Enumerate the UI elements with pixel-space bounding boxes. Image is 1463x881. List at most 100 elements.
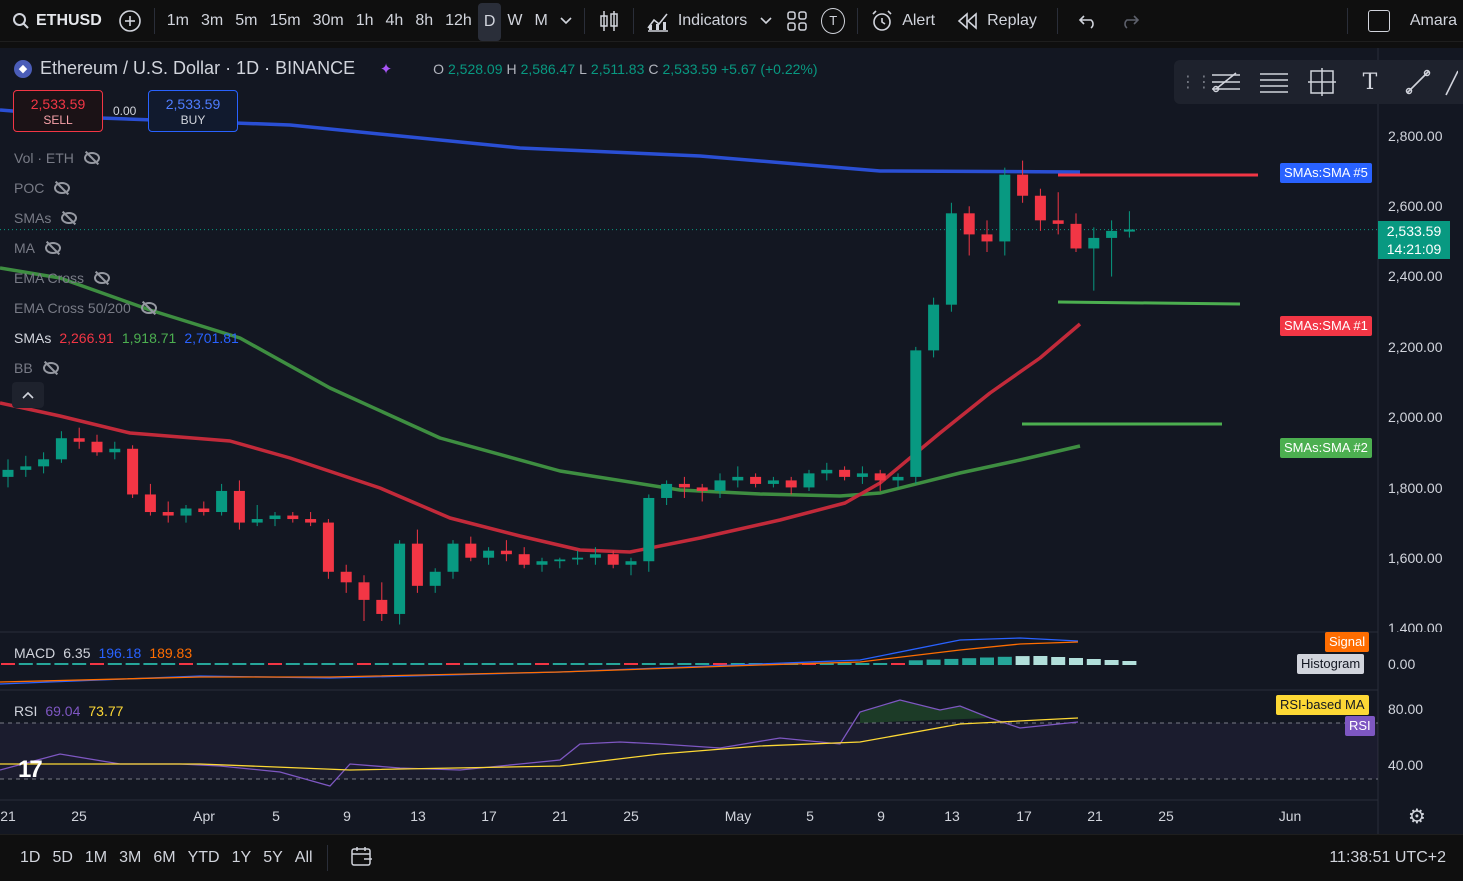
interval-M[interactable]: M	[529, 0, 554, 42]
time-tick: 13	[944, 808, 960, 824]
sell-button[interactable]: 2,533.59 SELL	[13, 90, 103, 132]
interval-30m[interactable]: 30m	[307, 0, 350, 42]
range-3m[interactable]: 3M	[113, 849, 147, 867]
range-ytd[interactable]: YTD	[182, 849, 226, 867]
indicator-row[interactable]: POC	[14, 173, 239, 203]
range-1m[interactable]: 1M	[79, 849, 113, 867]
data-source-icon[interactable]: ✦	[377, 60, 395, 78]
add-symbol-button[interactable]	[112, 0, 148, 42]
interval-12h[interactable]: 12h	[439, 0, 478, 42]
indicators-button[interactable]: Indicators	[640, 0, 753, 42]
layouts-button[interactable]	[779, 0, 815, 42]
interval-group: 1m 3m 5m 15m 30m 1h 4h 8h 12h D W M	[161, 0, 554, 42]
price-tick: 1,600.00	[1388, 550, 1443, 566]
candle-body	[358, 582, 370, 600]
redo-button[interactable]	[1112, 0, 1148, 42]
candle-body	[945, 213, 957, 305]
candle-body	[821, 469, 833, 474]
rsi-band	[0, 723, 1378, 779]
price-axis[interactable]: 2,800.00 2,600.00 2,400.00 2,200.00 2,00…	[1378, 48, 1463, 834]
interval-1h[interactable]: 1h	[350, 0, 380, 42]
range-1d[interactable]: 1D	[14, 849, 46, 867]
date-range-button[interactable]	[344, 845, 380, 872]
candle-body	[714, 480, 726, 491]
range-1y[interactable]: 1Y	[226, 849, 258, 867]
candle-body	[144, 494, 156, 513]
hidden-eye-icon[interactable]	[82, 151, 102, 165]
macd-histogram-bar	[357, 663, 371, 665]
high-value: 2,586.47	[520, 60, 576, 77]
candle-body	[287, 515, 299, 520]
candle-body	[1017, 174, 1029, 196]
rsi-ma-value: 73.77	[88, 703, 124, 719]
time-tick: 5	[806, 808, 814, 824]
indicator-row[interactable]: MA	[14, 233, 239, 263]
interval-15m[interactable]: 15m	[263, 0, 306, 42]
indicator-row[interactable]: SMAs	[14, 203, 239, 233]
sell-label: SELL	[43, 113, 73, 127]
symbol-search[interactable]: ETHUSD	[0, 0, 112, 42]
macd-histogram-tag: Histogram	[1297, 654, 1365, 674]
hidden-eye-icon[interactable]	[139, 301, 159, 315]
ethereum-icon: ◆	[14, 59, 32, 78]
hidden-eye-icon[interactable]	[92, 271, 112, 285]
range-6m[interactable]: 6M	[147, 849, 181, 867]
alert-button[interactable]: Alert	[864, 0, 941, 42]
indicator-row[interactable]: BB	[14, 353, 239, 383]
macd-histogram-bar	[641, 663, 656, 665]
time-tick: 9	[343, 808, 351, 824]
hidden-eye-icon[interactable]	[59, 211, 79, 225]
drag-handle-icon[interactable]: ⋮⋮	[1180, 72, 1212, 92]
macd-histogram-bar	[713, 663, 727, 665]
range-5y[interactable]: 5Y	[257, 849, 289, 867]
macd-histogram-bar	[72, 663, 87, 665]
hidden-eye-icon[interactable]	[43, 241, 63, 255]
candle-body	[376, 599, 388, 614]
interval-4h[interactable]: 4h	[380, 0, 410, 42]
interval-5m[interactable]: 5m	[229, 0, 263, 42]
templates-button[interactable]: T	[815, 0, 851, 42]
hidden-eye-icon[interactable]	[41, 361, 61, 375]
macd-signal-tag: Signal	[1325, 632, 1370, 652]
chart-type-button[interactable]	[591, 0, 627, 42]
hidden-eye-icon[interactable]	[52, 181, 72, 195]
candle-body	[910, 350, 922, 477]
chart-area[interactable]: ◆ Ethereum / U.S. Dollar · 1D · BINANCE …	[0, 48, 1463, 834]
interval-3m[interactable]: 3m	[195, 0, 229, 42]
indicator-row[interactable]: EMA Cross 50/200	[14, 293, 239, 323]
change-value: +5.67 (+0.22%)	[721, 60, 818, 77]
price-tick: 1,400.00	[1388, 620, 1443, 632]
macd-histogram-bar	[125, 663, 140, 665]
chevron-down-icon	[760, 16, 772, 24]
range-5d[interactable]: 5D	[46, 849, 78, 867]
indicator-row[interactable]: Vol · ETH	[14, 143, 239, 173]
interval-dropdown[interactable]	[554, 0, 578, 42]
buy-button[interactable]: 2,533.59 BUY	[148, 90, 238, 132]
indicators-dropdown[interactable]	[753, 0, 779, 42]
macd-histogram-bar	[374, 663, 389, 665]
smas-values-row[interactable]: SMAs 2,266.91 1,918.71 2,701.81	[14, 323, 239, 353]
utc-clock[interactable]: 11:38:51 UTC+2	[1329, 849, 1446, 867]
interval-1m[interactable]: 1m	[161, 0, 195, 42]
indicator-row[interactable]: EMA Cross	[14, 263, 239, 293]
macd-histogram-bar	[1069, 658, 1083, 665]
interval-8h[interactable]: 8h	[409, 0, 439, 42]
candle-body	[1034, 195, 1046, 221]
interval-D[interactable]: D	[477, 2, 502, 41]
replay-button[interactable]: Replay	[951, 0, 1043, 42]
macd-histogram-bar	[179, 663, 193, 665]
time-axis[interactable]: 21 25 Apr 5 9 13 17 21 25 May 5 9 13 17 21 25 Jun	[0, 800, 1378, 834]
range-all[interactable]: All	[289, 849, 319, 867]
layout-menu-button[interactable]: Amara	[1354, 0, 1463, 42]
indicators-icon	[647, 13, 668, 32]
interval-W[interactable]: W	[501, 0, 528, 42]
trend-lines-icon[interactable]	[1204, 64, 1248, 100]
fib-levels-icon[interactable]	[1252, 64, 1296, 100]
measure-icon[interactable]	[1300, 64, 1344, 100]
collapse-legend-button[interactable]	[12, 382, 44, 408]
indicators-label: Indicators	[677, 11, 748, 29]
undo-button[interactable]	[1070, 0, 1106, 42]
candle-body	[999, 174, 1011, 242]
indicator-label: SMAs	[14, 210, 52, 226]
gear-icon[interactable]: ⚙	[1406, 804, 1428, 828]
